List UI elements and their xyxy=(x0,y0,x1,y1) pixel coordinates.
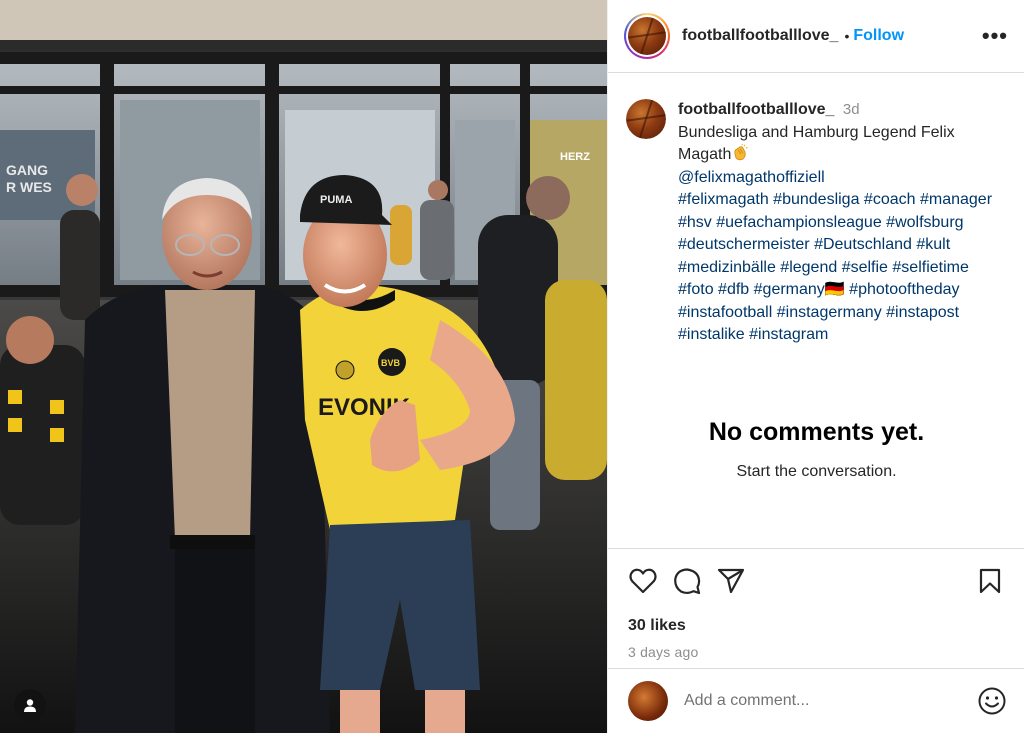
separator-dot: • xyxy=(844,28,850,44)
heart-icon xyxy=(629,568,657,594)
comment-button[interactable] xyxy=(672,566,702,596)
action-icons-row xyxy=(628,565,1005,597)
hashtag-link[interactable]: #photooftheday xyxy=(849,281,959,298)
sign-text: R WES xyxy=(6,179,52,195)
user-tag-button[interactable] xyxy=(14,689,46,721)
author-avatar[interactable] xyxy=(624,13,670,59)
hashtag-link[interactable]: #hsv xyxy=(678,214,712,231)
hashtag-link[interactable]: #dfb xyxy=(718,281,749,298)
save-button[interactable] xyxy=(975,566,1005,596)
empty-comments-subtitle: Start the conversation. xyxy=(736,463,897,480)
bookmark-icon xyxy=(979,568,1001,594)
add-comment-bar xyxy=(608,668,1024,733)
caption-timestamp[interactable]: 3d xyxy=(843,101,860,118)
photo-illustration: GANG R WES HERZ EVONIK BVB PUMA xyxy=(0,0,607,733)
current-user-avatar xyxy=(628,681,668,721)
hashtag-link[interactable]: #foto xyxy=(678,281,714,298)
hashtag-link[interactable]: #uefachampionsleague xyxy=(716,214,881,231)
football-avatar-icon xyxy=(628,17,666,55)
hashtag-link[interactable]: #germany🇩🇪 xyxy=(754,281,845,298)
hashtag-link[interactable]: #selfie xyxy=(842,259,888,276)
hashtag-link[interactable]: #instagram xyxy=(749,326,828,343)
hashtag-link[interactable]: #legend xyxy=(780,259,837,276)
empty-comments: No comments yet. Start the conversation. xyxy=(608,418,1024,481)
share-button[interactable] xyxy=(716,566,746,596)
post-header: footballfootballlove_ • Follow ••• xyxy=(608,0,1024,73)
hashtag-link[interactable]: #manager xyxy=(920,191,992,208)
football-avatar-icon xyxy=(626,99,666,139)
smiley-icon[interactable] xyxy=(977,686,1007,716)
hashtag-link[interactable]: #instafootball xyxy=(678,304,772,321)
hashtag-link[interactable]: #deutschermeister xyxy=(678,236,810,253)
clapping-hands-icon xyxy=(734,144,749,161)
cap-logo-text: PUMA xyxy=(320,194,352,206)
caption-message: Bundesliga and Hamburg Legend Felix Maga… xyxy=(678,123,955,164)
comment-input[interactable] xyxy=(684,692,944,710)
caption-username[interactable]: footballfootballlove_ xyxy=(678,101,834,118)
hashtag-link[interactable]: #selfietime xyxy=(892,259,968,276)
mention-link[interactable]: @felixmagathoffiziell xyxy=(678,167,998,190)
post-actions: 30 likes 3 days ago xyxy=(608,548,1024,660)
user-tag-icon xyxy=(24,699,36,712)
comment-bubble-icon xyxy=(674,568,701,595)
jersey-badge-text: BVB xyxy=(381,358,401,368)
post-date[interactable]: 3 days ago xyxy=(628,644,1005,660)
hashtag-link[interactable]: #instagermany xyxy=(777,304,882,321)
caption-avatar[interactable] xyxy=(626,99,666,139)
likes-count[interactable]: 30 likes xyxy=(628,617,1005,635)
hashtag-link[interactable]: #Deutschland xyxy=(814,236,912,253)
hashtag-list: #felixmagath #bundesliga #coach #manager… xyxy=(678,189,998,347)
more-options-button[interactable]: ••• xyxy=(982,23,1008,49)
hashtag-link[interactable]: #medizinbälle xyxy=(678,259,776,276)
hashtag-link[interactable]: #instalike xyxy=(678,326,745,343)
paper-plane-icon xyxy=(717,568,745,594)
hashtag-link[interactable]: #kult xyxy=(916,236,950,253)
post-details-panel: footballfootballlove_ • Follow ••• footb… xyxy=(607,0,1024,733)
follow-button[interactable]: Follow xyxy=(853,27,904,45)
hashtag-link[interactable]: #wolfsburg xyxy=(886,214,963,231)
author-username[interactable]: footballfootballlove_ xyxy=(682,27,838,45)
hashtag-link[interactable]: #coach xyxy=(864,191,916,208)
post-photo[interactable]: GANG R WES HERZ EVONIK BVB PUMA xyxy=(0,0,607,733)
like-button[interactable] xyxy=(628,566,658,596)
empty-comments-title: No comments yet. xyxy=(708,418,925,446)
sign-text: HERZ xyxy=(560,151,590,163)
hashtag-link[interactable]: #felixmagath xyxy=(678,191,769,208)
hashtag-link[interactable]: #bundesliga xyxy=(773,191,859,208)
hashtag-link[interactable]: #instapost xyxy=(886,304,959,321)
sign-text: GANG xyxy=(6,162,48,178)
